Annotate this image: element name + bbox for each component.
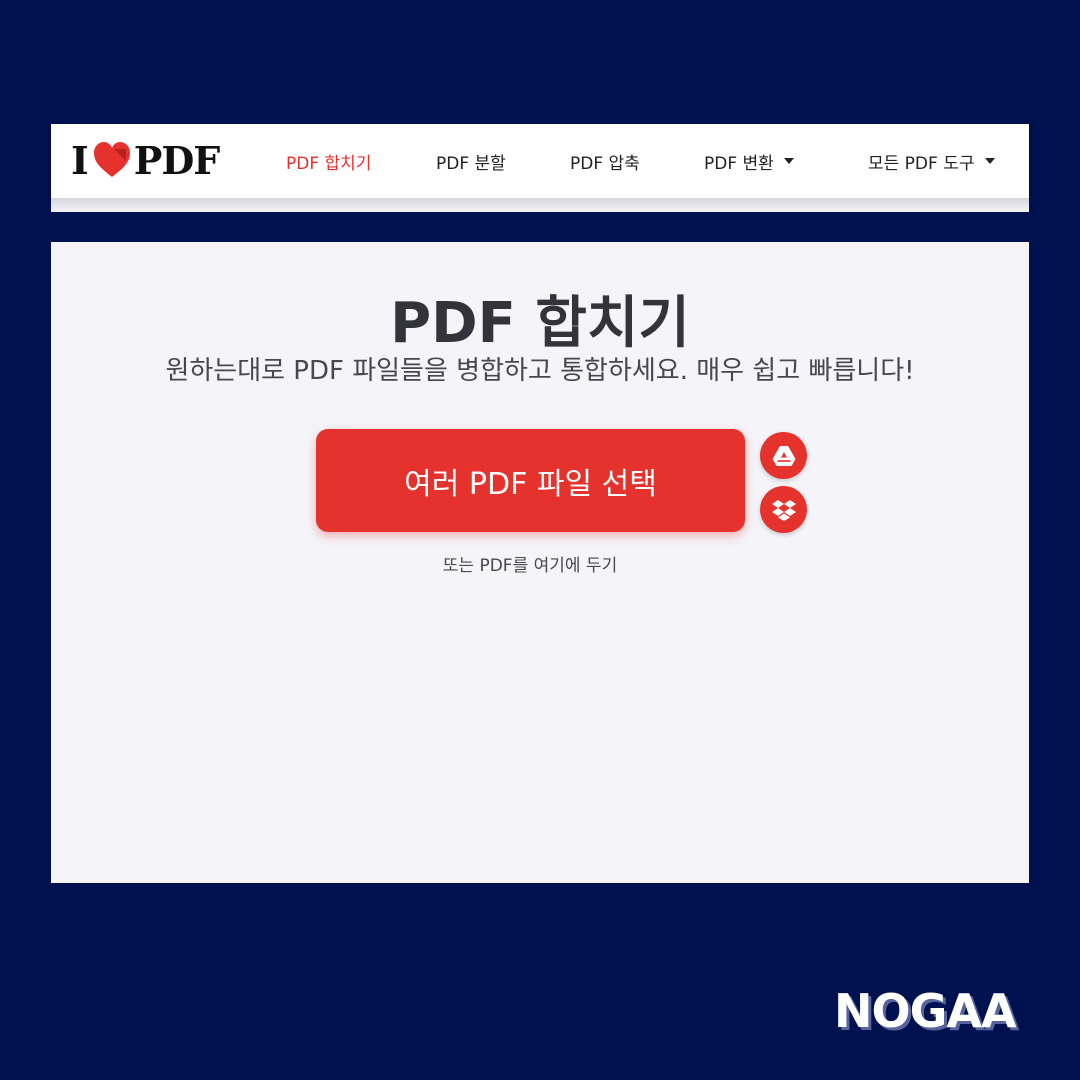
nav-all-pdf-tools[interactable]: 모든 PDF 도구 [868,148,995,174]
nogaa-watermark-logo: NOGAA [834,984,1017,1038]
select-pdf-files-button[interactable]: 여러 PDF 파일 선택 [316,429,745,532]
nav-all-pdf-tools-label: 모든 PDF 도구 [868,153,975,174]
nav-compress-pdf[interactable]: PDF 압축 [570,148,640,174]
nav-compress-pdf-label: PDF 압축 [570,153,640,174]
logo-suffix: PDF [133,137,221,183]
ilovepdf-logo[interactable]: I PDF [71,137,221,183]
nav-convert-pdf-label: PDF 변환 [704,153,774,174]
heart-icon [93,142,130,177]
chevron-down-icon [984,158,995,164]
drop-files-hint: 또는 PDF를 여기에 두기 [442,556,618,576]
dropbox-button[interactable] [760,486,807,533]
top-navbar: I PDF PDF 합치기 PDF 분할 PDF 압축 PDF 변환 모든 PD… [51,124,1029,212]
page-subtitle: 원하는대로 PDF 파일들을 병합하고 통합하세요. 매우 쉽고 빠릅니다! [165,356,915,386]
select-pdf-files-label: 여러 PDF 파일 선택 [404,466,657,502]
navbar-shadow [51,198,1029,212]
dropbox-icon [771,499,796,521]
google-drive-icon [772,445,795,466]
nav-split-pdf[interactable]: PDF 분할 [436,148,506,174]
navbar-inner: I PDF PDF 합치기 PDF 분할 PDF 압축 PDF 변환 모든 PD… [51,124,1029,198]
screen: I PDF PDF 합치기 PDF 분할 PDF 압축 PDF 변환 모든 PD… [0,0,1080,1080]
nav-convert-pdf[interactable]: PDF 변환 [704,148,794,174]
logo-prefix: I [71,137,89,183]
main-card: PDF 합치기 원하는대로 PDF 파일들을 병합하고 통합하세요. 매우 쉽고… [51,242,1029,883]
nav-merge-pdf[interactable]: PDF 합치기 [286,148,371,174]
nav-split-pdf-label: PDF 분할 [436,153,506,174]
google-drive-button[interactable] [760,432,807,479]
chevron-down-icon [783,158,794,164]
page-title: PDF 합치기 [390,291,690,356]
nav-merge-pdf-label: PDF 합치기 [286,153,372,174]
